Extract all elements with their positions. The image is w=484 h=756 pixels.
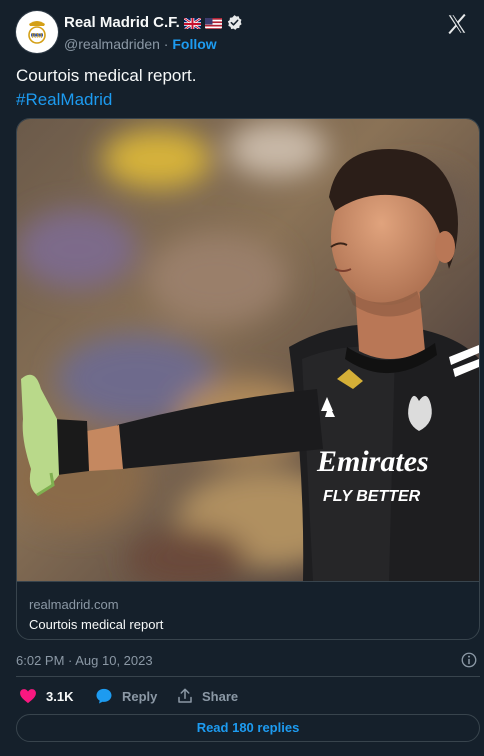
verified-badge-icon [226,14,243,31]
link-domain: realmadrid.com [29,597,119,612]
name-line: Real Madrid C.F. [64,14,243,31]
tweet-body: Courtois medical report. [16,66,197,85]
handle-line: @realmadriden · Follow [64,36,217,52]
like-button[interactable]: 3.1K [18,684,73,708]
hashtag-link[interactable]: #RealMadrid [16,88,196,112]
separator-dot: · [159,36,173,52]
us-flag-icon [204,17,222,29]
follow-button[interactable]: Follow [172,36,216,52]
tweet-text: Courtois medical report. #RealMadrid [16,64,196,112]
jersey-tagline: FLY BETTER [323,488,421,505]
uk-flag-icon [183,16,201,29]
share-button[interactable]: Share [176,684,238,708]
like-count: 3.1K [46,688,74,704]
timestamp-row: 6:02 PM · Aug 10, 2023 [16,651,480,671]
real-madrid-crest-icon: RM [17,12,57,52]
player-photo: Emirates FLY BETTER [17,119,479,581]
reply-label: Reply [122,688,158,704]
tweet-header: RM Real Madrid C.F. @realmadriden · Foll… [16,11,472,55]
svg-text:RM: RM [32,32,44,40]
heart-icon [18,686,38,706]
avatar[interactable]: RM [16,11,58,53]
account-name[interactable]: Real Madrid C.F. [64,14,180,31]
share-label: Share [202,688,239,704]
divider [16,676,480,677]
read-replies-button[interactable]: Read 180 replies [16,714,480,742]
jersey-sponsor: Emirates [316,445,429,478]
reply-bubble-icon [94,686,114,706]
embedded-tweet-card: RM Real Madrid C.F. @realmadriden · Foll… [0,0,484,756]
x-logo-icon[interactable] [446,13,468,35]
share-icon [176,687,194,705]
action-bar: 3.1K Reply Share [16,684,480,708]
reply-button[interactable]: Reply [94,684,157,708]
link-title: Courtois medical report [29,617,164,632]
timestamp[interactable]: 6:02 PM · Aug 10, 2023 [16,653,153,668]
info-icon[interactable] [460,651,478,669]
link-card[interactable]: Emirates FLY BETTER realmadrid.com Court… [16,118,480,640]
handle[interactable]: @realmadriden [64,36,160,52]
link-info[interactable]: realmadrid.com Courtois medical report [17,581,479,639]
